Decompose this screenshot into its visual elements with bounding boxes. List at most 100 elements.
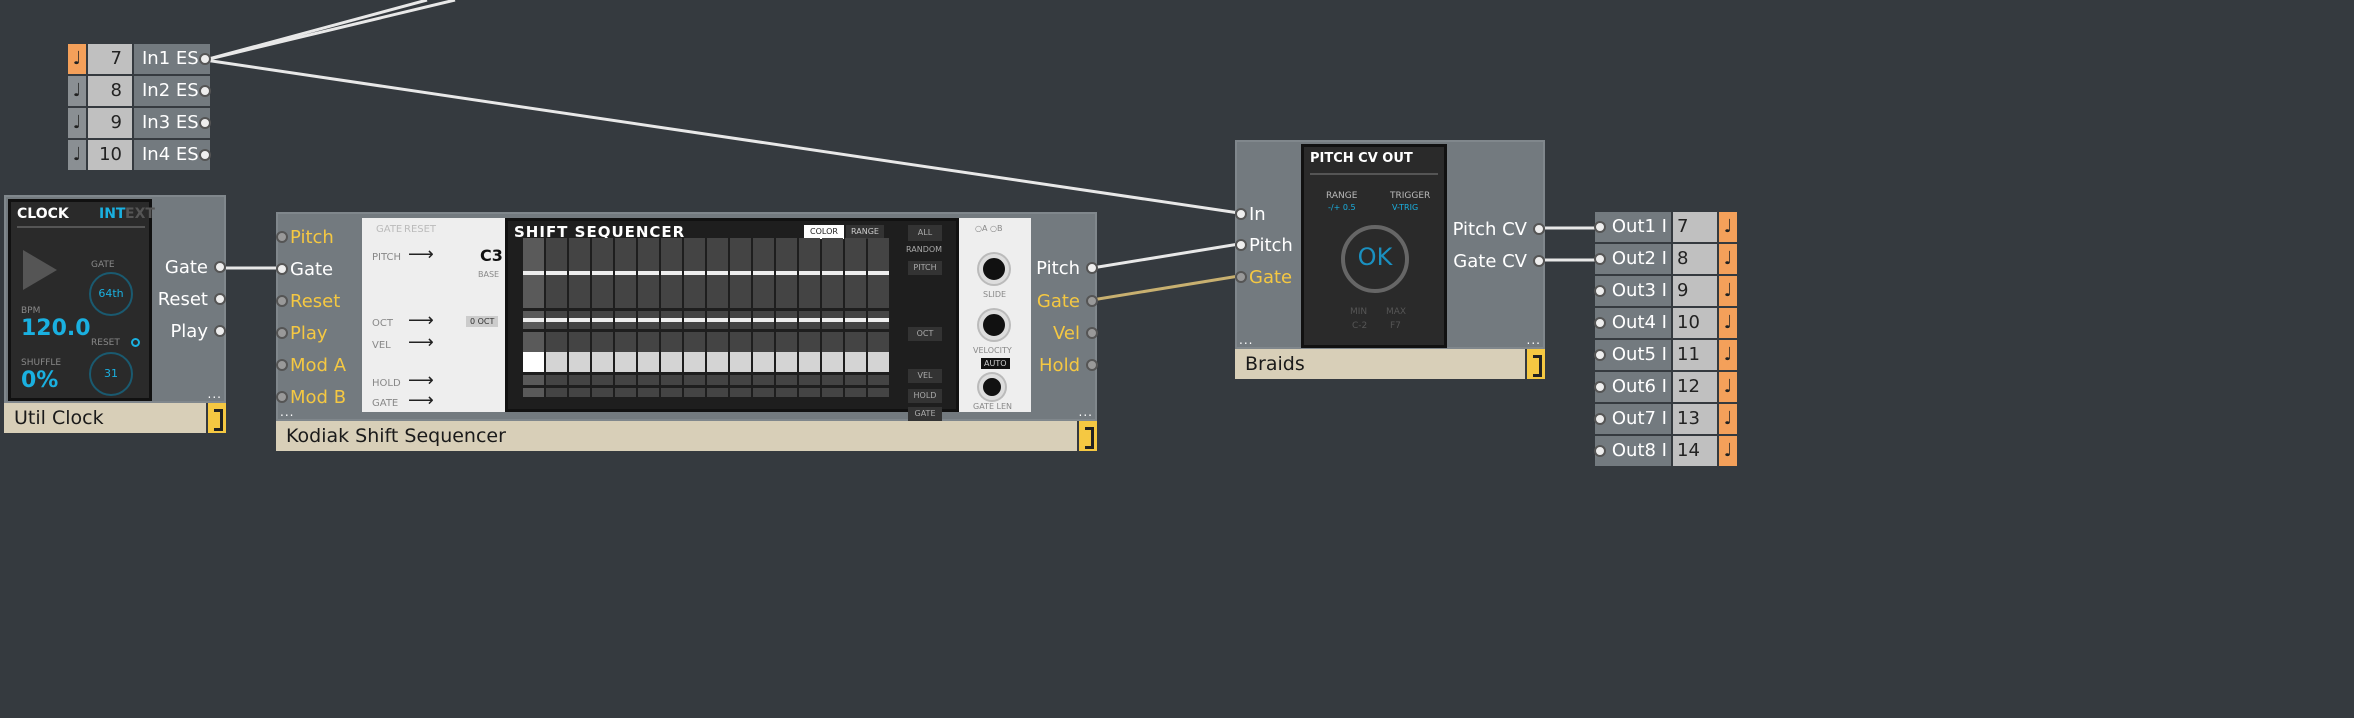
step-hold-11[interactable] <box>753 375 774 385</box>
step-gate-9[interactable] <box>707 387 728 398</box>
step-hold-1[interactable] <box>523 375 544 385</box>
step-gate-3[interactable] <box>569 387 590 398</box>
step-vel-7[interactable] <box>661 331 682 373</box>
step-oct-13[interactable] <box>799 311 820 329</box>
step-vel-3[interactable] <box>569 331 590 373</box>
input-row[interactable]: ♩ 8 In2 ES <box>68 76 211 106</box>
channel-number[interactable]: 7 <box>1673 212 1717 242</box>
port-in[interactable] <box>1594 221 1606 233</box>
util-clock-module[interactable]: CLOCK INT EXT GATE 64th BPM 120.0 RESET … <box>4 195 226 403</box>
more-icon[interactable]: ... <box>208 387 222 401</box>
step-hold-12[interactable] <box>776 375 797 385</box>
step-gate-14[interactable] <box>822 387 843 398</box>
step-gate-11[interactable] <box>753 387 774 398</box>
port-in[interactable] <box>1594 413 1606 425</box>
step-pitch-13[interactable] <box>799 238 820 309</box>
port-mod-b[interactable] <box>276 391 288 403</box>
step-gate-1[interactable] <box>523 387 544 398</box>
sequencer-tag-icon[interactable] <box>1077 421 1097 451</box>
step-hold-16[interactable] <box>868 375 889 385</box>
util-clock-tag-icon[interactable] <box>206 403 226 433</box>
note-icon[interactable]: ♩ <box>1719 212 1737 242</box>
step-pitch-11[interactable] <box>753 238 774 309</box>
step-vel-13[interactable] <box>799 331 820 373</box>
port-in[interactable] <box>1594 253 1606 265</box>
step-gate-7[interactable] <box>661 387 682 398</box>
port-pitch-cv[interactable] <box>1533 223 1545 235</box>
port-out[interactable] <box>199 117 211 129</box>
step-vel-2[interactable] <box>546 331 567 373</box>
port-play[interactable] <box>276 327 288 339</box>
channel-number[interactable]: 12 <box>1673 372 1717 402</box>
step-hold-9[interactable] <box>707 375 728 385</box>
step-vel-15[interactable] <box>845 331 866 373</box>
step-vel-14[interactable] <box>822 331 843 373</box>
output-row[interactable]: Out5 I 11 ♩ <box>1594 340 1737 370</box>
channel-number[interactable]: 14 <box>1673 436 1717 466</box>
pitch-arrow-icon[interactable]: ⟶ <box>408 244 434 265</box>
step-oct-5[interactable] <box>615 311 636 329</box>
output-row[interactable]: Out2 I 8 ♩ <box>1594 244 1737 274</box>
port-reset[interactable] <box>214 293 226 305</box>
random-oct-button[interactable]: OCT <box>908 327 942 341</box>
step-pitch-3[interactable] <box>569 238 590 309</box>
reset-knob[interactable]: 31 <box>89 352 133 396</box>
channel-number[interactable]: 8 <box>88 76 132 106</box>
step-vel-4[interactable] <box>592 331 613 373</box>
step-pitch-16[interactable] <box>868 238 889 309</box>
step-vel-16[interactable] <box>868 331 889 373</box>
port-out[interactable] <box>199 149 211 161</box>
step-hold-13[interactable] <box>799 375 820 385</box>
shuffle-value[interactable]: 0% <box>21 368 58 393</box>
channel-number[interactable]: 11 <box>1673 340 1717 370</box>
step-pitch-12[interactable] <box>776 238 797 309</box>
gate-len-knob[interactable] <box>979 374 1005 400</box>
step-oct-2[interactable] <box>546 311 567 329</box>
step-vel-8[interactable] <box>684 331 705 373</box>
step-oct-7[interactable] <box>661 311 682 329</box>
braids-module[interactable]: In Pitch Gate PITCH CV OUT RANGE -/+ 0.5 T… <box>1235 140 1545 349</box>
step-oct-14[interactable] <box>822 311 843 329</box>
step-hold-6[interactable] <box>638 375 659 385</box>
channel-number[interactable]: 13 <box>1673 404 1717 434</box>
output-row[interactable]: Out4 I 10 ♩ <box>1594 308 1737 338</box>
slide-knob[interactable] <box>979 254 1009 284</box>
kodiak-shift-sequencer-module[interactable]: Pitch Gate Reset Play Mod A Mod B GATE RESET … <box>276 212 1098 421</box>
step-oct-9[interactable] <box>707 311 728 329</box>
step-gate-10[interactable] <box>730 387 751 398</box>
step-vel-1[interactable] <box>523 331 544 373</box>
port-out[interactable] <box>199 53 211 65</box>
step-oct-4[interactable] <box>592 311 613 329</box>
port-play[interactable] <box>214 325 226 337</box>
step-pitch-14[interactable] <box>822 238 843 309</box>
braids-title[interactable]: Braids <box>1235 349 1525 379</box>
channel-number[interactable]: 7 <box>88 44 132 74</box>
port-gate[interactable] <box>276 263 288 275</box>
step-vel-10[interactable] <box>730 331 751 373</box>
step-gate-5[interactable] <box>615 387 636 398</box>
step-gate-12[interactable] <box>776 387 797 398</box>
port-gate[interactable] <box>1235 271 1247 283</box>
step-pitch-15[interactable] <box>845 238 866 309</box>
step-gate-15[interactable] <box>845 387 866 398</box>
step-oct-10[interactable] <box>730 311 751 329</box>
step-pitch-7[interactable] <box>661 238 682 309</box>
step-gate-6[interactable] <box>638 387 659 398</box>
step-oct-11[interactable] <box>753 311 774 329</box>
port-in[interactable] <box>1594 285 1606 297</box>
step-oct-16[interactable] <box>868 311 889 329</box>
note-icon[interactable]: ♩ <box>1719 244 1737 274</box>
random-pitch-button[interactable]: PITCH <box>908 261 942 275</box>
port-gate-cv[interactable] <box>1533 255 1545 267</box>
step-vel-6[interactable] <box>638 331 659 373</box>
output-row[interactable]: Out7 I 13 ♩ <box>1594 404 1737 434</box>
step-pitch-5[interactable] <box>615 238 636 309</box>
step-hold-14[interactable] <box>822 375 843 385</box>
step-pitch-2[interactable] <box>546 238 567 309</box>
port-in[interactable] <box>1594 317 1606 329</box>
step-hold-15[interactable] <box>845 375 866 385</box>
step-vel-9[interactable] <box>707 331 728 373</box>
step-pitch-4[interactable] <box>592 238 613 309</box>
gate-knob[interactable]: 64th <box>89 272 133 316</box>
range-button[interactable]: RANGE <box>846 225 884 239</box>
